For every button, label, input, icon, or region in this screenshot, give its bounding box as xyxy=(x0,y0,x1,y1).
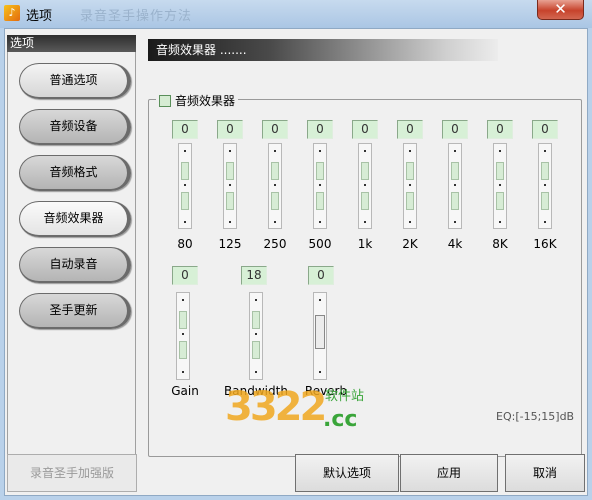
band-slider[interactable] xyxy=(403,143,417,229)
band-slider[interactable] xyxy=(448,143,462,229)
band-value[interactable]: 0 xyxy=(217,120,243,139)
band-slider[interactable] xyxy=(493,143,507,229)
reverb-value[interactable]: 0 xyxy=(308,266,334,285)
band-slider[interactable] xyxy=(223,143,237,229)
band-slider[interactable] xyxy=(538,143,552,229)
band-freq-label: 8K xyxy=(492,237,508,251)
gain-slider[interactable] xyxy=(176,292,190,380)
band-value[interactable]: 0 xyxy=(262,120,288,139)
app-icon: ♪ xyxy=(4,5,20,21)
band-value[interactable]: 0 xyxy=(532,120,558,139)
band-freq-label: 16K xyxy=(533,237,557,251)
gain-value[interactable]: 0 xyxy=(172,266,198,285)
band-freq-label: 1k xyxy=(357,237,373,251)
band-value[interactable]: 0 xyxy=(442,120,468,139)
nav-auto-record[interactable]: 自动录音 xyxy=(19,247,131,283)
band-value[interactable]: 0 xyxy=(352,120,378,139)
nav-audio-effects[interactable]: 音频效果器 xyxy=(19,201,131,237)
band-value[interactable]: 0 xyxy=(172,120,198,139)
effects-group-label: 音频效果器 xyxy=(175,94,236,108)
title-bar: ♪ 选项 录音圣手操作方法 ✕ xyxy=(0,0,592,28)
band-freq-label: 80 xyxy=(177,237,193,251)
effects-enable-checkbox[interactable] xyxy=(159,94,171,107)
apply-button[interactable]: 应用 xyxy=(400,454,498,492)
nav-header: 选项 xyxy=(7,35,136,52)
band-freq-label: 500 xyxy=(308,237,332,251)
nav-panel: 普通选项 音频设备 音频格式 音频效果器 自动录音 圣手更新 xyxy=(7,52,136,467)
window-title: 选项 xyxy=(26,9,53,24)
eq-range-text: EQ:[-15;15]dB xyxy=(496,410,575,423)
nav-update[interactable]: 圣手更新 xyxy=(19,293,131,329)
upgrade-button[interactable]: 录音圣手加强版 xyxy=(7,454,137,492)
gain-label: Gain xyxy=(171,384,199,398)
close-button[interactable]: ✕ xyxy=(537,0,584,20)
reverb-label: Reverb xyxy=(304,384,348,398)
nav-audio-format[interactable]: 音频格式 xyxy=(19,155,131,191)
band-slider[interactable] xyxy=(313,143,327,229)
bandwidth-slider[interactable] xyxy=(249,292,263,380)
reverb-slider[interactable] xyxy=(313,292,327,380)
effects-group-legend[interactable]: 音频效果器 xyxy=(156,92,239,109)
band-slider[interactable] xyxy=(268,143,282,229)
band-slider[interactable] xyxy=(178,143,192,229)
band-freq-label: 4k xyxy=(447,237,463,251)
options-dialog: 选项 普通选项 音频设备 音频格式 音频效果器 自动录音 圣手更新 音频效果器 … xyxy=(4,28,588,496)
band-freq-label: 125 xyxy=(218,237,242,251)
band-value[interactable]: 0 xyxy=(397,120,423,139)
bandwidth-label: Bandwidth xyxy=(224,384,288,398)
default-options-button[interactable]: 默认选项 xyxy=(295,454,399,492)
background-window-title: 录音圣手操作方法 xyxy=(80,9,193,24)
band-freq-label: 250 xyxy=(263,237,287,251)
nav-audio-device[interactable]: 音频设备 xyxy=(19,109,131,145)
band-slider[interactable] xyxy=(358,143,372,229)
section-header: 音频效果器 ....... xyxy=(148,39,498,61)
cancel-button[interactable]: 取消 xyxy=(505,454,585,492)
band-value[interactable]: 0 xyxy=(487,120,513,139)
band-value[interactable]: 0 xyxy=(307,120,333,139)
nav-general-options[interactable]: 普通选项 xyxy=(19,63,131,99)
band-freq-label: 2K xyxy=(402,237,418,251)
bandwidth-value[interactable]: 18 xyxy=(241,266,267,285)
